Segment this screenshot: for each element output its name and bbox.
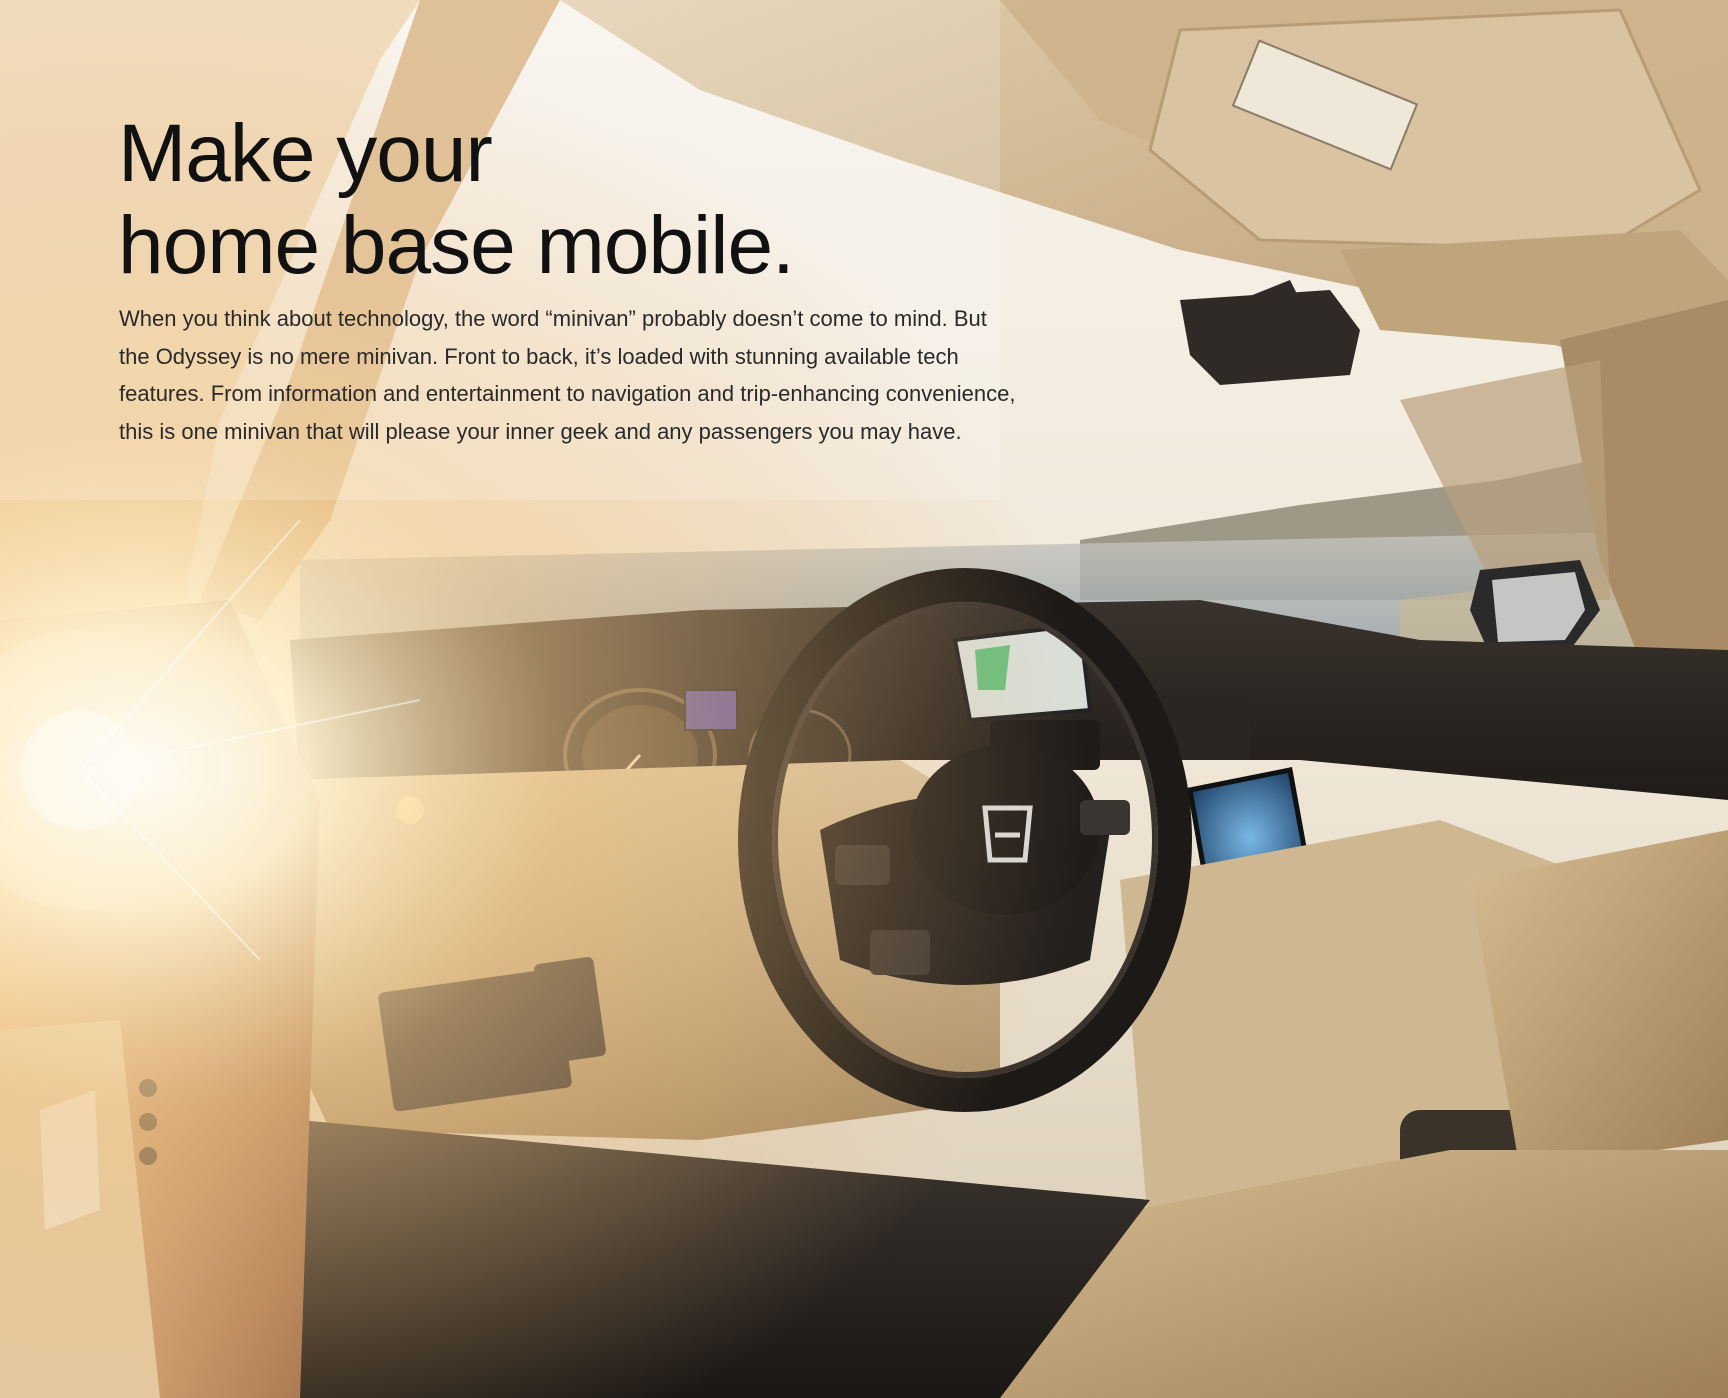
body-paragraph: When you think about technology, the wor…: [119, 306, 1016, 444]
headline: Make your home base mobile.: [118, 108, 795, 292]
headline-line-1: Make your: [118, 108, 493, 199]
headline-line-2: home base mobile.: [118, 200, 795, 291]
brochure-page: Make your home base mobile. When you thi…: [0, 0, 1728, 1398]
